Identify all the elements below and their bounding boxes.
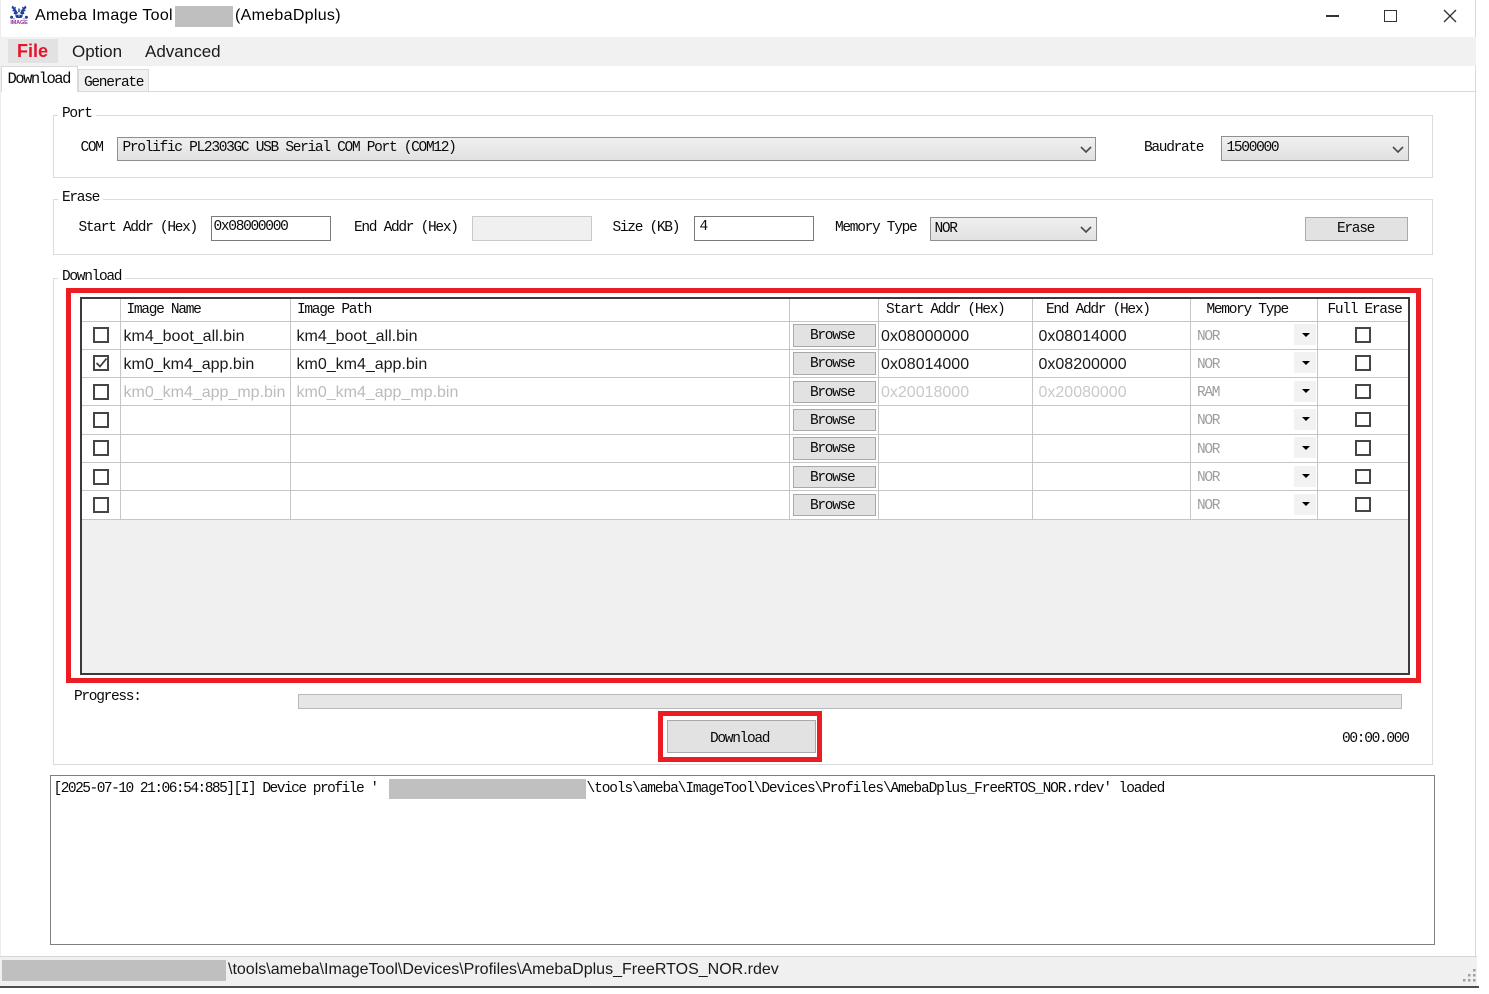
svg-text:IMAGE: IMAGE <box>10 20 28 25</box>
